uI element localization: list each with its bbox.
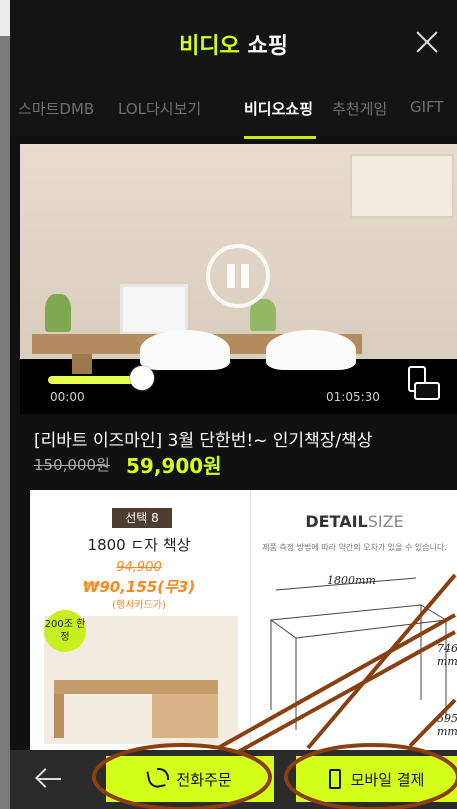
progress-handle[interactable] [130,366,154,390]
duration: 01:05:30 [326,390,380,404]
promo-desk-leg [54,694,64,738]
phone-order-button[interactable]: 전화주문 [106,756,274,802]
phone-order-label: 전화주문 [176,770,232,789]
mobile-pay-button[interactable]: 모바일 결제 [296,756,457,802]
app-screen: 비디오 쇼핑 스마트DMB LOL다시보기 비디오쇼핑 추천게임 GIFT 00… [10,0,457,809]
detail-title-bold: DETAIL [305,512,368,531]
detail-title-light: SIZE [367,512,404,531]
tab-bar: 스마트DMB LOL다시보기 비디오쇼핑 추천게임 GIFT [10,86,457,136]
video-plant [45,294,71,332]
video-desk-leg [72,354,92,374]
video-player[interactable]: 00:00 01:05:30 [20,144,457,414]
close-icon[interactable] [413,28,441,56]
page-title-accent: 비디오 [179,34,240,59]
rotate-landscape-shape [414,382,440,400]
detail-size-title: DETAILSIZE [251,512,457,531]
tab-active-indicator [244,136,316,139]
promo-item-name: 1800 ㄷ자 책상 [87,536,191,554]
dimension-depth: 595 mm [437,712,457,738]
sale-price: 59,900원 [126,454,222,478]
product-title: [리바트 이즈마인] 3월 단한번!~ 인기책장/책상 [34,431,373,451]
option-badge: 선택 8 [112,508,172,528]
promo-right-panel: DETAILSIZE 제품 측정 방법에 따라 약간의 오차가 있을 수 있습니… [250,490,457,750]
promo-desk-drawer [152,694,218,738]
dimension-width: 1800mm [327,574,376,587]
page-title: 비디오 쇼핑 [10,28,457,60]
tab-recommended-games[interactable]: 추천게임 [332,98,387,119]
phone-icon [148,768,170,788]
original-price: 150,000원 [34,456,110,474]
rotate-screen-icon[interactable] [406,366,440,402]
mobile-pay-label: 모바일 결제 [350,770,425,789]
limited-sticker: 200조 한정 [44,610,86,652]
promo-desk-image [54,680,218,694]
header: 비디오 쇼핑 [10,0,457,86]
tab-smart-dmb[interactable]: 스마트DMB [18,98,94,119]
promo-original-price: 94,900 [116,560,162,575]
back-arrow-icon[interactable] [34,766,64,792]
pause-icon[interactable] [206,244,270,308]
tab-gift[interactable]: GIFT [410,98,444,116]
promo-sale-price: ₩90,155(무3) [82,578,196,596]
tab-video-shopping[interactable]: 비디오쇼핑 [244,98,313,119]
current-time: 00:00 [50,390,85,404]
video-chair [140,330,230,370]
tab-lol-replay[interactable]: LOL다시보기 [118,98,201,119]
page-title-rest: 쇼핑 [239,34,288,59]
promo-banner[interactable]: 선택 8 1800 ㄷ자 책상 94,900 ₩90,155(무3) (행사카드… [30,490,457,750]
promo-card-note: (행사카드가) [112,600,166,611]
video-chair [266,330,356,370]
mobile-phone-icon [328,769,341,789]
promo-left-panel: 선택 8 1800 ㄷ자 책상 94,900 ₩90,155(무3) (행사카드… [30,490,248,750]
video-plant [250,299,276,331]
video-wall-frames [350,154,454,218]
video-monitor [120,284,188,335]
progress-fill [48,376,142,384]
dimension-height: 746 mm [437,642,457,668]
